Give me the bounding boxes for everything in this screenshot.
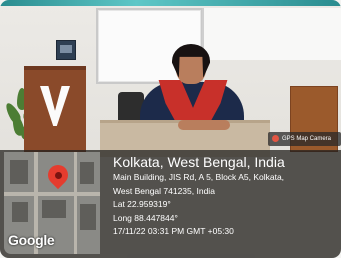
- speaker-arms: [178, 120, 230, 130]
- photo-border: [0, 0, 341, 6]
- podium: [24, 66, 86, 154]
- gps-map-camera-badge: GPS Map Camera: [268, 132, 341, 146]
- camera-logo-icon: [272, 134, 279, 142]
- location-map-thumbnail: Google: [4, 152, 100, 254]
- whiteboard-right: [202, 8, 341, 60]
- address-line-1: Main Building, JIS Rd, A 5, Block A5, Ko…: [113, 172, 285, 182]
- location-pin-center: [55, 172, 62, 179]
- place-name: Kolkata, West Bengal, India: [113, 154, 285, 170]
- badge-label: GPS Map Camera: [282, 136, 332, 142]
- timestamp: 17/11/22 03:31 PM GMT +05:30: [113, 226, 234, 236]
- wall-sign: [56, 40, 76, 60]
- address-line-2: West Bengal 741235, India: [113, 185, 215, 196]
- latitude: Lat 22.959319°: [113, 199, 171, 209]
- photo-frame: GPS Map Camera Google Kolkata, West Beng…: [0, 0, 341, 258]
- longitude: Long 88.447844°: [113, 212, 178, 223]
- location-info: Kolkata, West Bengal, India Main Buildin…: [113, 154, 339, 239]
- google-logo: Google: [8, 232, 55, 248]
